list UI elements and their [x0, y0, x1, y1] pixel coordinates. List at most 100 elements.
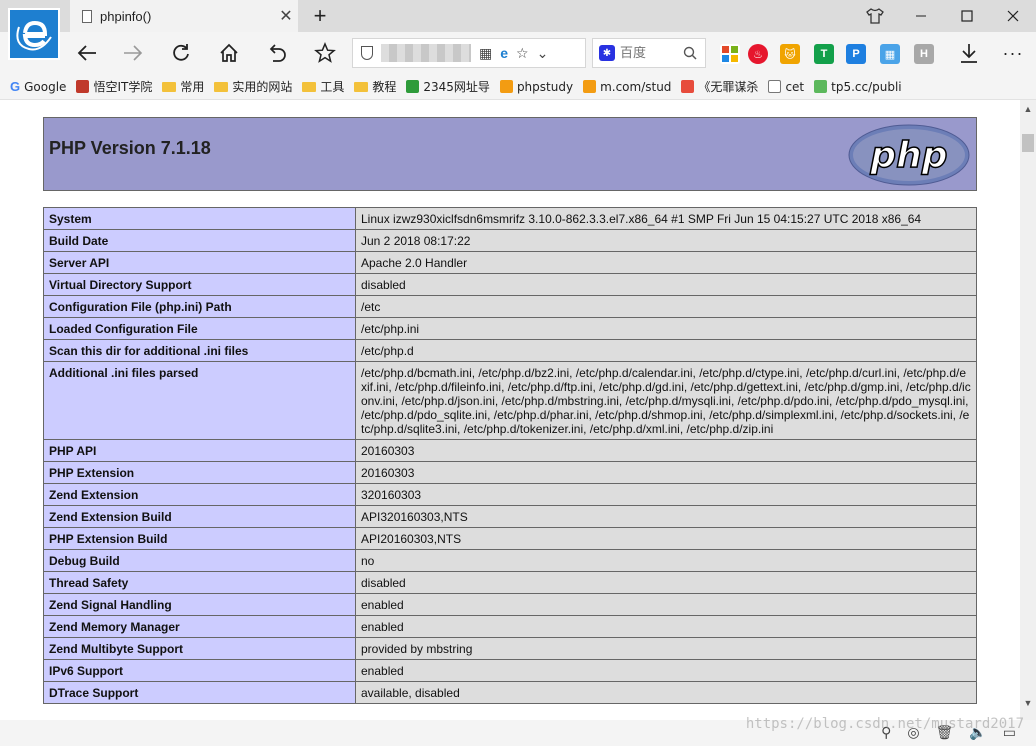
download-icon	[961, 44, 977, 63]
back-button[interactable]	[70, 38, 104, 68]
tab-close-icon[interactable]: ✕	[274, 4, 298, 28]
scroll-thumb[interactable]	[1022, 134, 1034, 152]
row-key: Thread Safety	[43, 571, 356, 594]
tab-title: phpinfo()	[100, 8, 152, 24]
table-row: Loaded Configuration File/etc/php.ini	[43, 317, 977, 340]
shirt-icon[interactable]	[852, 0, 898, 32]
row-value: API320160303,NTS	[355, 505, 977, 528]
ie-compat-icon[interactable]: e	[500, 45, 508, 61]
row-value: API20160303,NTS	[355, 527, 977, 550]
scroll-up-icon[interactable]: ▲	[1020, 100, 1036, 118]
favorite-button[interactable]	[308, 38, 342, 68]
p-icon[interactable]: P	[846, 44, 866, 64]
google-icon: G	[10, 79, 21, 94]
bookmark-item[interactable]: 常用	[162, 78, 204, 95]
bookmark-label: 教程	[372, 80, 397, 94]
bookmark-star-icon[interactable]: ☆	[516, 45, 529, 62]
window-close-icon[interactable]	[990, 0, 1036, 32]
bookmark-item[interactable]: m.com/stud	[583, 80, 671, 94]
refresh-button[interactable]	[164, 38, 198, 68]
table-row: Debug Build no	[43, 549, 977, 572]
row-value: 320160303	[355, 483, 977, 506]
row-value: enabled	[355, 659, 977, 682]
bookmark-label: 实用的网站	[232, 80, 293, 94]
row-value: no	[355, 549, 977, 572]
bookmark-label: Google	[24, 79, 67, 94]
bookmark-item[interactable]: 悟空IT学院	[76, 78, 152, 95]
qr-code-icon[interactable]: ▦	[479, 45, 492, 62]
table-row: Configuration File (php.ini) Path/etc	[43, 295, 977, 318]
row-key: IPv6 Support	[43, 659, 356, 682]
arrow-right-icon	[124, 45, 143, 61]
tab-phpinfo[interactable]: phpinfo() ✕	[70, 0, 298, 32]
bookmark-label: 2345网址导	[423, 80, 490, 94]
bookmark-item[interactable]: 工具	[302, 78, 344, 95]
bookmark-item[interactable]: 2345网址导	[406, 78, 490, 95]
bookmark-item[interactable]: 《无罪谋杀	[681, 78, 758, 95]
info-table: System Linux izwz930xiclfsdn6msmrifz 3.10…	[43, 207, 977, 704]
baidu-paw-icon: ✱	[599, 45, 615, 61]
h-icon[interactable]: H	[914, 44, 934, 64]
row-key: Server API	[43, 251, 356, 274]
bookmark-item[interactable]: tp5.cc/publi	[814, 80, 902, 94]
table-row: Build Date Jun 2 2018 08:17:22	[43, 229, 977, 252]
security-shield-icon[interactable]	[361, 46, 373, 60]
more-menu-button[interactable]: ···	[996, 38, 1030, 68]
row-key: Additional .ini files parsed	[43, 361, 356, 440]
office-icon[interactable]	[720, 44, 740, 64]
new-tab-button[interactable]: +	[308, 3, 332, 28]
row-value: 20160303	[355, 439, 977, 462]
chevron-down-icon[interactable]: ⌄	[537, 45, 549, 62]
watermark-text: https://blog.csdn.net/mustard2017	[745, 716, 1024, 732]
page-content: PHP Version 7.1.18 php System Linux izwz9…	[0, 100, 1020, 720]
url-text[interactable]	[381, 44, 471, 62]
folder-icon	[354, 81, 369, 92]
row-value: disabled	[355, 571, 977, 594]
table-row: Zend Multibyte Support provided by mbstri…	[43, 637, 977, 660]
row-value: available, disabled	[355, 681, 977, 704]
row-value: enabled	[355, 615, 977, 638]
shield-t-icon[interactable]: T	[814, 44, 834, 64]
row-key: Build Date	[43, 229, 356, 252]
minimize-icon[interactable]	[898, 0, 944, 32]
bookmark-item[interactable]: phpstudy	[499, 80, 573, 94]
grid-icon[interactable]: ▦	[880, 44, 900, 64]
row-value: /etc/php.d	[355, 339, 977, 362]
bookmark-item[interactable]: G Google	[10, 79, 66, 94]
row-key: Zend Memory Manager	[43, 615, 356, 638]
search-input[interactable]	[620, 45, 678, 61]
php-logo: php	[848, 124, 970, 186]
vertical-scrollbar[interactable]: ▲ ▼	[1020, 100, 1036, 720]
row-value: Jun 2 2018 08:17:22	[355, 229, 977, 252]
row-value: /etc	[355, 295, 977, 318]
weibo-icon[interactable]: ♨	[748, 44, 768, 64]
table-row: Thread Safety disabled	[43, 571, 977, 594]
row-key: Zend Extension	[43, 483, 356, 506]
scroll-down-icon[interactable]: ▼	[1020, 694, 1036, 712]
folder-icon	[302, 81, 317, 92]
bookmark-item[interactable]: cet	[768, 80, 804, 94]
table-row: PHP API 20160303	[43, 439, 977, 462]
table-row: IPv6 Support enabled	[43, 659, 977, 682]
table-row: Server API Apache 2.0 Handler	[43, 251, 977, 274]
tab-strip: phpinfo() ✕ +	[0, 0, 1036, 32]
download-button[interactable]	[952, 38, 986, 68]
row-key: System	[43, 207, 356, 230]
pma-icon	[583, 80, 597, 93]
forward-button[interactable]	[116, 38, 150, 68]
tmall-cat-icon[interactable]: 🐱	[780, 44, 800, 64]
undo-button[interactable]	[260, 38, 294, 68]
search-icon[interactable]	[683, 46, 697, 60]
bookmark-item[interactable]: 实用的网站	[214, 78, 292, 95]
bookmark-item[interactable]: 教程	[354, 78, 396, 95]
listen-icon	[681, 80, 695, 93]
maximize-icon[interactable]	[944, 0, 990, 32]
home-button[interactable]	[212, 38, 246, 68]
address-bar[interactable]: ▦ e ☆ ⌄	[352, 38, 586, 68]
search-box[interactable]: ✱	[592, 38, 706, 68]
bookmarks-bar: G Google 悟空IT学院 常用 实用的网站 工具 教程 2345网址导 phpstudy m…	[0, 74, 1036, 100]
table-row: Zend Extension Build API320160303,NTS	[43, 505, 977, 528]
bookmark-label: 常用	[180, 80, 205, 94]
undo-icon	[269, 44, 286, 62]
table-row: Scan this dir for additional .ini files /…	[43, 339, 977, 362]
